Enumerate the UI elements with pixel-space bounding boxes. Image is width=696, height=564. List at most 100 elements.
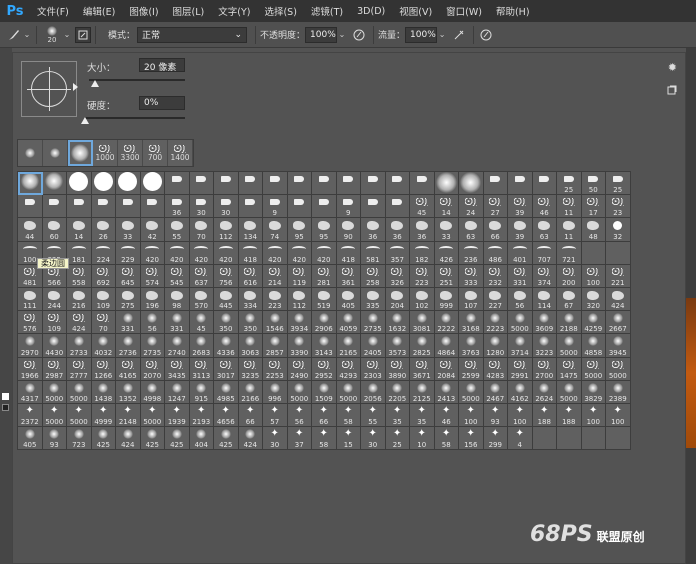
brush-preset-cell[interactable]: 4165 (116, 357, 141, 381)
brush-preset-cell[interactable]: ✦ 100 (606, 403, 631, 428)
brush-preset-cell[interactable]: 2205 (385, 380, 410, 404)
brush-preset-cell[interactable]: 32 (606, 218, 631, 242)
brush-preset-cell[interactable] (238, 172, 263, 196)
brush-preset-cell[interactable]: 55 (165, 218, 190, 242)
brush-preset-cell[interactable]: 4283 (483, 357, 508, 381)
brush-preset-cell[interactable]: 425 (140, 427, 165, 451)
brush-preset-cell[interactable]: 258 (361, 264, 386, 288)
brush-preset-cell[interactable]: 4059 (336, 311, 361, 335)
brush-preset-cell[interactable] (42, 172, 67, 196)
brush-preset-cell[interactable]: 915 (189, 380, 214, 404)
mode-select[interactable]: 正常 ⌄ (137, 26, 248, 43)
brush-preset-cell[interactable]: 227 (483, 287, 508, 312)
brush-preset-cell[interactable] (361, 195, 386, 219)
menu-edit[interactable]: 编辑(E) (76, 4, 122, 18)
brush-preset-cell[interactable]: 4430 (42, 334, 67, 358)
brush-preset-cell[interactable]: 111 (18, 287, 43, 312)
brush-preset-cell[interactable]: 333 (459, 264, 484, 288)
brush-preset-cell[interactable] (140, 172, 165, 196)
brush-preset-cell[interactable]: ✦ 2372 (18, 403, 43, 428)
brush-preset-cell[interactable]: 2467 (483, 380, 508, 404)
brush-preset-cell[interactable]: 420 (287, 241, 312, 265)
brush-preset-cell[interactable]: 999 (434, 287, 459, 312)
opacity-input[interactable]: 100% (305, 26, 338, 43)
brush-preset-cell[interactable]: 114 (532, 287, 557, 312)
brush-preset-cell[interactable]: 46 (532, 195, 557, 219)
brush-preset-cell[interactable]: ✦ 188 (532, 403, 557, 428)
brush-preset-cell[interactable]: 221 (606, 264, 631, 288)
brush-preset-cell[interactable]: 2970 (18, 334, 43, 358)
brush-preset-cell[interactable]: 1280 (483, 334, 508, 358)
brush-preset-cell[interactable]: 3671 (410, 357, 435, 381)
brush-preset-cell[interactable]: 27 (483, 195, 508, 219)
brush-preset-cell[interactable]: 418 (238, 241, 263, 265)
brush-preset-cell[interactable]: ✦ 58 (336, 403, 361, 428)
brush-preset-cell[interactable]: 200 (557, 264, 582, 288)
brush-preset-cell[interactable] (532, 172, 557, 196)
brush-preset-cell[interactable] (581, 241, 606, 265)
brush-preset-cell[interactable]: 3945 (606, 334, 631, 358)
brush-preset-cell[interactable]: ✦ 100 (459, 403, 484, 428)
brush-preset-cell[interactable]: 2740 (165, 334, 190, 358)
brush-preset-cell[interactable]: 4864 (434, 334, 459, 358)
brush-preset-cell[interactable] (116, 195, 141, 219)
brush-preset-cell[interactable]: 331 (508, 264, 533, 288)
brush-preset-cell[interactable]: 2987 (42, 357, 67, 381)
opacity-dropdown-icon[interactable]: ⌄ (337, 27, 347, 43)
brush-preset-cell[interactable]: 2405 (361, 334, 386, 358)
brush-preset-cell[interactable]: 39 (508, 218, 533, 242)
brush-preset-cell[interactable] (67, 172, 92, 196)
brush-preset-cell[interactable]: 2777 (67, 357, 92, 381)
brush-preset-cell[interactable]: 63 (532, 218, 557, 242)
brush-preset-cell[interactable]: 56 (508, 287, 533, 312)
brush-preset-cell[interactable]: 23 (606, 195, 631, 219)
brush-preset-cell[interactable] (434, 172, 459, 196)
brush-preset-cell[interactable]: 25 (557, 172, 582, 196)
brush-preset-cell[interactable]: 326 (385, 264, 410, 288)
brush-preset-cell[interactable]: 281 (312, 264, 337, 288)
brush-preset-cell[interactable]: 576 (18, 311, 43, 335)
brush-preset-cell[interactable]: ✦ 10 (410, 427, 435, 451)
brush-preset-cell[interactable]: 2624 (532, 380, 557, 404)
brush-preset-cell[interactable] (116, 172, 141, 196)
brush-preset-cell[interactable]: 11 (557, 218, 582, 242)
brush-preset-cell[interactable] (557, 427, 582, 451)
menu-file[interactable]: 文件(F) (30, 4, 76, 18)
brush-preset-cell[interactable]: 2735 (140, 334, 165, 358)
size-input[interactable]: 20 像素 (139, 58, 185, 73)
menu-layer[interactable]: 图层(L) (166, 4, 212, 18)
brush-preset-cell[interactable]: 204 (385, 287, 410, 312)
brush-preset-cell[interactable]: 420 (214, 241, 239, 265)
brush-preset-cell[interactable]: 2733 (67, 334, 92, 358)
brush-preset-cell[interactable]: 181 (67, 241, 92, 265)
brush-preset-picker-button[interactable]: 20 (41, 24, 63, 46)
brush-preset-cell[interactable]: ✦ 57 (263, 403, 288, 428)
brush-preset-cell[interactable]: 100 (581, 264, 606, 288)
brush-preset-cell[interactable] (91, 172, 116, 196)
brush-preset-cell[interactable]: 70 (91, 311, 116, 335)
brush-preset-cell[interactable]: 357 (385, 241, 410, 265)
tool-preset-dropdown-icon[interactable]: ⌄ (22, 27, 32, 43)
brush-preset-cell[interactable]: 4162 (508, 380, 533, 404)
brush-preset-cell[interactable]: 424 (606, 287, 631, 312)
brush-preset-cell[interactable]: 4259 (581, 311, 606, 335)
recent-brush-1[interactable] (43, 140, 68, 166)
brush-preset-cell[interactable]: 42 (140, 218, 165, 242)
brush-preset-cell[interactable] (361, 172, 386, 196)
brush-preset-cell[interactable]: 558 (67, 264, 92, 288)
brush-preset-cell[interactable]: 581 (361, 241, 386, 265)
brush-preset-cell[interactable]: 134 (238, 218, 263, 242)
brush-preset-cell[interactable]: ✦ 56 (287, 403, 312, 428)
foreground-swatch[interactable] (2, 393, 9, 400)
brush-preset-cell[interactable]: ✦ 93 (483, 403, 508, 428)
brush-preset-cell[interactable]: 425 (165, 427, 190, 451)
brush-preset-cell[interactable]: 4998 (140, 380, 165, 404)
brush-preset-cell[interactable]: ✦ 4 (508, 427, 533, 451)
brush-preset-cell[interactable]: 4317 (18, 380, 43, 404)
brush-preset-cell[interactable]: 2253 (263, 357, 288, 381)
brush-angle-control[interactable] (21, 61, 78, 117)
brush-preset-cell[interactable] (312, 172, 337, 196)
brush-preset-cell[interactable]: 112 (214, 218, 239, 242)
brush-preset-cell[interactable]: 420 (312, 241, 337, 265)
brush-preset-cell[interactable]: 112 (287, 287, 312, 312)
